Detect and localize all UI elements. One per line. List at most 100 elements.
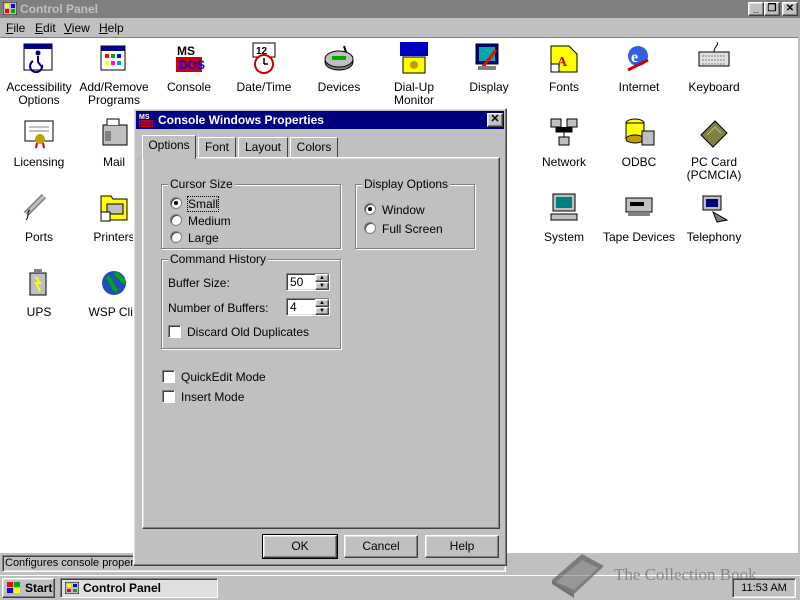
cp-item-label: ODBC	[621, 155, 657, 169]
start-button[interactable]: Start	[2, 578, 55, 598]
restore-button[interactable]: ❐	[764, 2, 780, 16]
discard-duplicates-checkbox[interactable]: Discard Old Duplicates	[168, 325, 309, 339]
wsp-client-icon	[102, 271, 127, 295]
radio-label: Full Screen	[382, 222, 443, 236]
cp-item-label: Licensing	[13, 155, 65, 169]
keyboard-icon	[698, 41, 730, 67]
menu-bar: File Edit View Help	[0, 19, 800, 37]
svg-text:e: e	[631, 49, 638, 66]
minimize-icon: _	[753, 3, 759, 14]
radio-label: Small	[186, 196, 220, 212]
cp-item-label: Add/Remove Programs	[79, 80, 149, 107]
cursor-medium-radio[interactable]: Medium	[170, 214, 231, 228]
cp-item-label: Devices	[317, 80, 361, 94]
restore-icon: ❐	[767, 3, 777, 14]
cp-item-console[interactable]: MS DOS Console	[151, 42, 227, 94]
menu-edit[interactable]: Edit	[35, 21, 56, 35]
menu-file[interactable]: File	[6, 21, 25, 35]
fonts-icon: A	[550, 45, 578, 73]
spin-up-button[interactable]: ▲	[315, 274, 329, 282]
num-buffers-spinner[interactable]: 4 ▲ ▼	[286, 298, 330, 316]
spin-down-button[interactable]: ▼	[315, 307, 329, 315]
printers-icon	[100, 195, 128, 222]
cp-item-label: System	[543, 230, 584, 244]
tab-options[interactable]: Options	[142, 135, 196, 159]
taskbar-item-control-panel[interactable]: Control Panel	[60, 578, 218, 598]
buffer-size-spinner[interactable]: 50 ▲ ▼	[286, 273, 330, 291]
tab-label: Layout	[244, 140, 282, 154]
svg-text:MS: MS	[177, 44, 195, 58]
cp-item-label: Keyboard	[688, 80, 740, 94]
radio-indicator	[170, 197, 182, 209]
cp-item-label: Dial-Up Monitor	[393, 80, 434, 107]
taskbar-item-label: Control Panel	[83, 581, 162, 595]
cp-item-dialup-monitor[interactable]: Dial-Up Monitor	[376, 42, 452, 107]
help-button[interactable]: Help	[425, 535, 499, 558]
system-icon	[550, 193, 578, 221]
control-panel-titlebar[interactable]: Control Panel _ ❐ ✕	[0, 0, 800, 18]
cp-item-label: Date/Time	[236, 80, 292, 94]
cp-item-keyboard[interactable]: Keyboard	[676, 41, 752, 94]
cursor-small-radio[interactable]: Small	[170, 196, 220, 212]
button-label: OK	[291, 539, 309, 553]
menu-view[interactable]: View	[64, 21, 90, 35]
cursor-large-radio[interactable]: Large	[170, 231, 219, 245]
cp-item-network[interactable]: Network	[526, 117, 602, 169]
checkbox-label: Discard Old Duplicates	[187, 325, 310, 339]
cp-item-add-remove-programs[interactable]: Add/Remove Programs	[76, 42, 152, 107]
cp-item-system[interactable]: System	[526, 192, 602, 244]
insert-mode-checkbox[interactable]: Insert Mode	[162, 390, 244, 404]
minimize-button[interactable]: _	[748, 2, 764, 16]
cancel-button[interactable]: Cancel	[344, 535, 418, 558]
tab-layout[interactable]: Layout	[238, 137, 288, 157]
spin-down-button[interactable]: ▼	[315, 282, 329, 290]
checkbox-box	[162, 390, 175, 403]
cp-item-date-time[interactable]: 12 Date/Time	[226, 42, 302, 94]
command-history-group: Command History Buffer Size: 50 ▲ ▼ Numbe…	[161, 252, 341, 349]
cp-item-label: Internet	[618, 80, 660, 94]
add-remove-programs-icon	[100, 45, 126, 71]
cp-item-telephony[interactable]: Telephony	[676, 192, 752, 244]
cp-item-devices[interactable]: Devices	[301, 42, 377, 94]
quickedit-checkbox[interactable]: QuickEdit Mode	[162, 370, 266, 384]
tab-colors[interactable]: Colors	[290, 137, 338, 157]
dialog-title: Console Windows Properties	[158, 113, 324, 127]
display-window-radio[interactable]: Window	[364, 203, 425, 217]
display-fullscreen-radio[interactable]: Full Screen	[364, 222, 443, 236]
radio-label: Window	[382, 203, 425, 217]
radio-label: Medium	[188, 214, 231, 228]
cp-item-odbc[interactable]: ODBC	[601, 117, 677, 169]
dialog-titlebar[interactable]: MS DOS Console Windows Properties ✕	[136, 111, 504, 129]
cp-item-pc-card[interactable]: PC Card (PCMCIA)	[676, 117, 752, 182]
mail-icon	[102, 118, 128, 146]
windows-logo-icon	[7, 582, 20, 593]
options-tab-panel: Cursor Size Small Medium Large Display O…	[142, 157, 500, 529]
ports-icon	[23, 193, 47, 221]
ups-icon	[29, 269, 47, 296]
spin-up-button[interactable]: ▲	[315, 299, 329, 307]
cp-item-label: Fonts	[548, 80, 579, 94]
group-title: Cursor Size	[168, 177, 235, 191]
cp-item-label: Network	[541, 155, 586, 169]
cp-item-accessibility[interactable]: Accessibility Options	[1, 42, 77, 107]
cp-item-fonts[interactable]: A Fonts	[526, 42, 602, 94]
odbc-icon	[625, 118, 655, 146]
cp-item-label: Console	[166, 80, 212, 94]
checkbox-box	[168, 325, 181, 338]
cp-item-display[interactable]: Display	[451, 42, 527, 94]
svg-text:DOS: DOS	[140, 122, 153, 128]
close-button[interactable]: ✕	[782, 2, 798, 16]
dialog-close-button[interactable]: ✕	[487, 113, 503, 127]
cp-item-label: UPS	[26, 305, 52, 319]
menu-help[interactable]: Help	[99, 21, 124, 35]
cp-item-ups[interactable]: UPS	[1, 267, 77, 319]
tab-font[interactable]: Font	[198, 137, 236, 157]
cp-item-internet[interactable]: e Internet	[601, 42, 677, 94]
cp-item-tape-devices[interactable]: Tape Devices	[601, 192, 677, 244]
console-icon: MSDOS	[139, 114, 153, 128]
cp-item-licensing[interactable]: Licensing	[1, 117, 77, 169]
radio-indicator	[170, 214, 182, 226]
watermark-text: The Collection Book	[614, 565, 757, 584]
ok-button[interactable]: OK	[262, 534, 338, 559]
cp-item-ports[interactable]: Ports	[1, 192, 77, 244]
